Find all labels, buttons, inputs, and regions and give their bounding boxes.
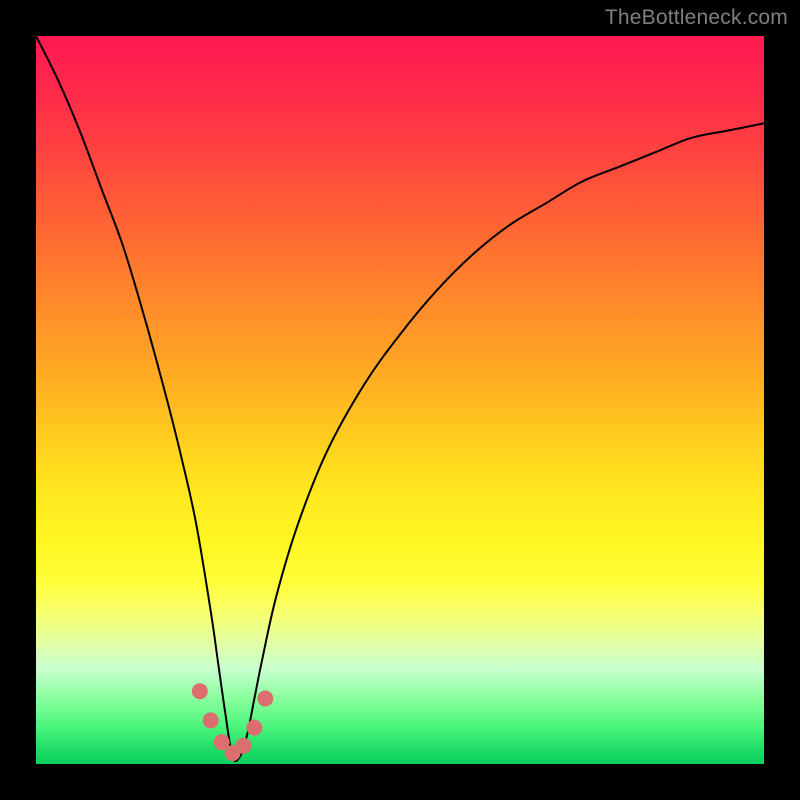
bottleneck-curve: [36, 36, 764, 761]
outer-frame: TheBottleneck.com: [0, 0, 800, 800]
chart-overlay: [36, 36, 764, 764]
near-optimum-markers: [192, 683, 274, 761]
marker-dot: [257, 690, 273, 706]
watermark-text: TheBottleneck.com: [605, 6, 788, 30]
marker-dot: [203, 712, 219, 728]
marker-dot: [246, 720, 262, 736]
marker-dot: [235, 738, 251, 754]
marker-dot: [192, 683, 208, 699]
